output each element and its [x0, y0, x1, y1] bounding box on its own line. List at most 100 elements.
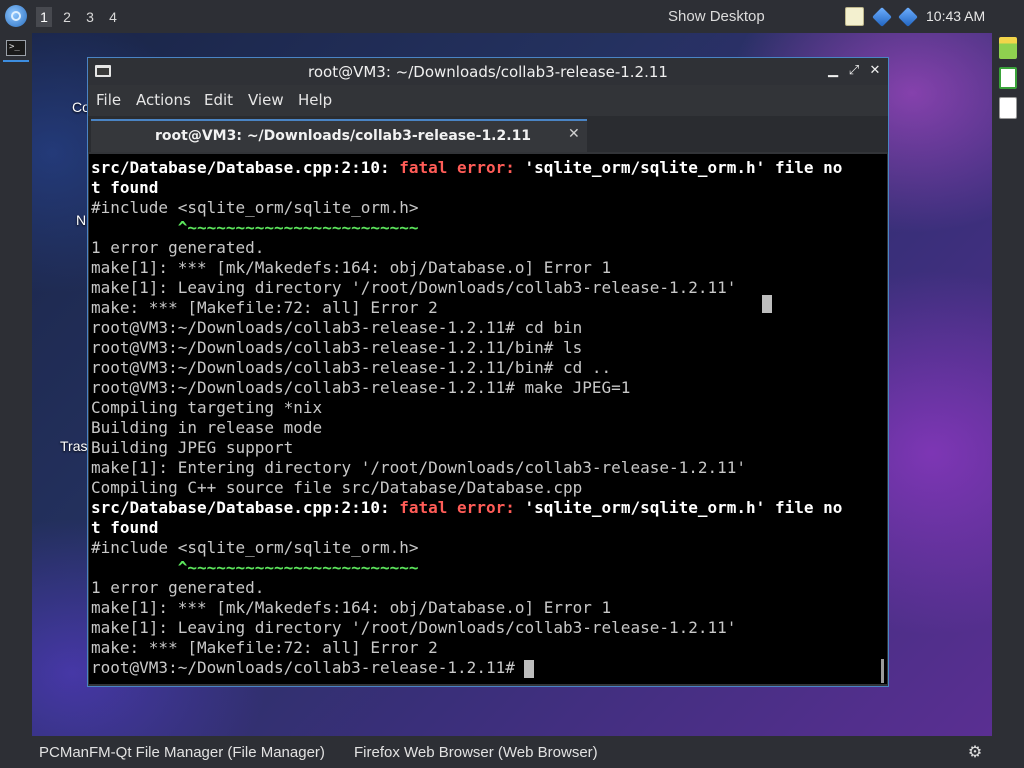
terminal-text-segment: make[1]: *** [mk/Makedefs:164: obj/Datab…	[91, 598, 612, 617]
terminal-text-segment: fatal error:	[399, 498, 525, 517]
top-panel: 1 2 3 4 Show Desktop 10:43 AM	[0, 0, 1024, 33]
minimize-icon[interactable]: ▁	[826, 63, 840, 79]
workspace-4[interactable]: 4	[105, 7, 121, 27]
terminal-line: make[1]: Entering directory '/root/Downl…	[91, 458, 746, 478]
terminal-text-segment: root@VM3:~/Downloads/collab3-release-1.2…	[91, 658, 525, 677]
terminal-text-segment: root@VM3:~/Downloads/collab3-release-1.2…	[91, 378, 631, 397]
terminal-line: src/Database/Database.cpp:2:10: fatal er…	[91, 158, 842, 178]
close-icon[interactable]: ✕	[868, 63, 882, 79]
menu-help[interactable]: Help	[298, 91, 332, 109]
window-titlebar[interactable]: root@VM3: ~/Downloads/collab3-release-1.…	[88, 58, 888, 85]
right-panel	[992, 33, 1024, 736]
terminal-line: src/Database/Database.cpp:2:10: fatal er…	[91, 498, 842, 518]
terminal-text-segment: t found	[91, 518, 159, 537]
terminal-line: root@VM3:~/Downloads/collab3-release-1.2…	[91, 658, 535, 678]
terminal-text-segment: Compiling C++ source file src/Database/D…	[91, 478, 583, 497]
terminal-launcher-icon[interactable]: >_	[6, 40, 26, 56]
terminal-text-segment: ^~~~~~~~~~~~~~~~~~~~~~~~~	[91, 218, 419, 237]
menu-actions[interactable]: Actions	[136, 91, 191, 109]
terminal-text-segment: 1 error generated.	[91, 238, 265, 257]
spreadsheet-icon[interactable]	[999, 67, 1017, 89]
window-title: root@VM3: ~/Downloads/collab3-release-1.…	[308, 63, 668, 81]
terminal-line: root@VM3:~/Downloads/collab3-release-1.2…	[91, 378, 630, 398]
math-formula-icon[interactable]	[999, 97, 1017, 119]
terminal-line: 1 error generated.	[91, 578, 264, 598]
terminal-line: make[1]: *** [mk/Makedefs:164: obj/Datab…	[91, 598, 611, 618]
terminal-line: Building in release mode	[91, 418, 322, 438]
terminal-line: Building JPEG support	[91, 438, 293, 458]
clipboard-icon[interactable]	[845, 7, 864, 26]
terminal-line: #include <sqlite_orm/sqlite_orm.h>	[91, 538, 419, 558]
workspace-3[interactable]: 3	[82, 7, 98, 27]
terminal-line: ^~~~~~~~~~~~~~~~~~~~~~~~~	[91, 558, 419, 578]
clock[interactable]: 10:43 AM	[926, 8, 985, 24]
left-panel: >_	[0, 33, 32, 736]
terminal-text-segment: root@VM3:~/Downloads/collab3-release-1.2…	[91, 358, 612, 377]
tab-terminal[interactable]: root@VM3: ~/Downloads/collab3-release-1.…	[91, 119, 587, 152]
terminal-line: t found	[91, 178, 158, 198]
terminal-text-segment: Compiling targeting *nix	[91, 398, 323, 417]
terminal-text-segment: 'sqlite_orm/sqlite_orm.h' file no	[524, 158, 843, 177]
terminal-line: make: *** [Makefile:72: all] Error 2	[91, 638, 438, 658]
terminal-text-segment: root@VM3:~/Downloads/collab3-release-1.2…	[91, 338, 583, 357]
workspace-1[interactable]: 1	[36, 7, 52, 27]
terminal-output[interactable]: src/Database/Database.cpp:2:10: fatal er…	[89, 154, 887, 684]
terminal-text-segment: fatal error:	[399, 158, 525, 177]
terminal-cursor	[524, 659, 535, 678]
tab-close-icon[interactable]: ✕	[568, 126, 580, 142]
terminal-text-segment: #include <sqlite_orm/sqlite_orm.h>	[91, 538, 419, 557]
menu-file[interactable]: File	[96, 91, 121, 109]
terminal-text-segment: make: *** [Makefile:72: all] Error 2	[91, 298, 438, 317]
qt-designer-icon[interactable]	[999, 37, 1017, 59]
taskbar-file-manager[interactable]: PCManFM-Qt File Manager (File Manager)	[39, 744, 325, 761]
desktop-icon-label[interactable]: Tras	[60, 438, 87, 454]
menu-view[interactable]: View	[248, 91, 284, 109]
tab-bar: root@VM3: ~/Downloads/collab3-release-1.…	[88, 116, 888, 152]
terminal-line: 1 error generated.	[91, 238, 264, 258]
terminal-text-segment: ^~~~~~~~~~~~~~~~~~~~~~~~~	[91, 558, 419, 577]
start-menu-icon[interactable]	[5, 5, 27, 27]
terminal-text-segment: src/Database/Database.cpp:2:10:	[91, 158, 400, 177]
terminal-line: ^~~~~~~~~~~~~~~~~~~~~~~~~	[91, 218, 419, 238]
terminal-text-segment: make[1]: Leaving directory '/root/Downlo…	[91, 278, 737, 297]
terminal-text-segment: make: *** [Makefile:72: all] Error 2	[91, 638, 438, 657]
tab-label: root@VM3: ~/Downloads/collab3-release-1.…	[155, 128, 532, 144]
terminal-text-segment: Building JPEG support	[91, 438, 294, 457]
maximize-icon[interactable]: ⤢	[847, 63, 861, 79]
menu-bar: File Actions Edit View Help	[88, 85, 888, 115]
terminal-window: root@VM3: ~/Downloads/collab3-release-1.…	[87, 57, 889, 687]
settings-gear-icon[interactable]: ⚙	[966, 743, 984, 761]
menu-edit[interactable]: Edit	[204, 91, 233, 109]
terminal-line: #include <sqlite_orm/sqlite_orm.h>	[91, 198, 419, 218]
terminal-text-segment: Building in release mode	[91, 418, 323, 437]
terminal-line: root@VM3:~/Downloads/collab3-release-1.2…	[91, 338, 582, 358]
terminal-line: make[1]: Leaving directory '/root/Downlo…	[91, 618, 736, 638]
terminal-text-segment: root@VM3:~/Downloads/collab3-release-1.2…	[91, 318, 583, 337]
terminal-line: Compiling C++ source file src/Database/D…	[91, 478, 582, 498]
network-icon[interactable]	[872, 7, 892, 27]
terminal-line: t found	[91, 518, 158, 538]
terminal-text-segment: make[1]: *** [mk/Makedefs:164: obj/Datab…	[91, 258, 612, 277]
bottom-panel: PCManFM-Qt File Manager (File Manager) F…	[0, 736, 1024, 768]
terminal-line: make: *** [Makefile:72: all] Error 2	[91, 298, 438, 318]
terminal-line: root@VM3:~/Downloads/collab3-release-1.2…	[91, 358, 611, 378]
terminal-line: make[1]: *** [mk/Makedefs:164: obj/Datab…	[91, 258, 611, 278]
terminal-text-segment: make[1]: Entering directory '/root/Downl…	[91, 458, 747, 477]
terminal-text-segment: src/Database/Database.cpp:2:10:	[91, 498, 400, 517]
active-launcher-indicator	[3, 60, 29, 62]
terminal-line: root@VM3:~/Downloads/collab3-release-1.2…	[91, 318, 582, 338]
taskbar-firefox[interactable]: Firefox Web Browser (Web Browser)	[354, 744, 598, 761]
terminal-line: make[1]: Leaving directory '/root/Downlo…	[91, 278, 736, 298]
terminal-line: Compiling targeting *nix	[91, 398, 322, 418]
workspace-2[interactable]: 2	[59, 7, 75, 27]
terminal-text-segment: make[1]: Leaving directory '/root/Downlo…	[91, 618, 737, 637]
terminal-text-segment: #include <sqlite_orm/sqlite_orm.h>	[91, 198, 419, 217]
desktop-icon-label[interactable]: N	[76, 212, 86, 228]
terminal-text-segment: 1 error generated.	[91, 578, 265, 597]
terminal-text-segment: t found	[91, 178, 159, 197]
stray-cursor-block	[762, 295, 772, 313]
terminal-text-segment: 'sqlite_orm/sqlite_orm.h' file no	[524, 498, 843, 517]
terminal-scrollbar[interactable]	[881, 659, 884, 683]
show-desktop-button[interactable]: Show Desktop	[668, 8, 765, 25]
bluetooth-icon[interactable]	[898, 7, 918, 27]
